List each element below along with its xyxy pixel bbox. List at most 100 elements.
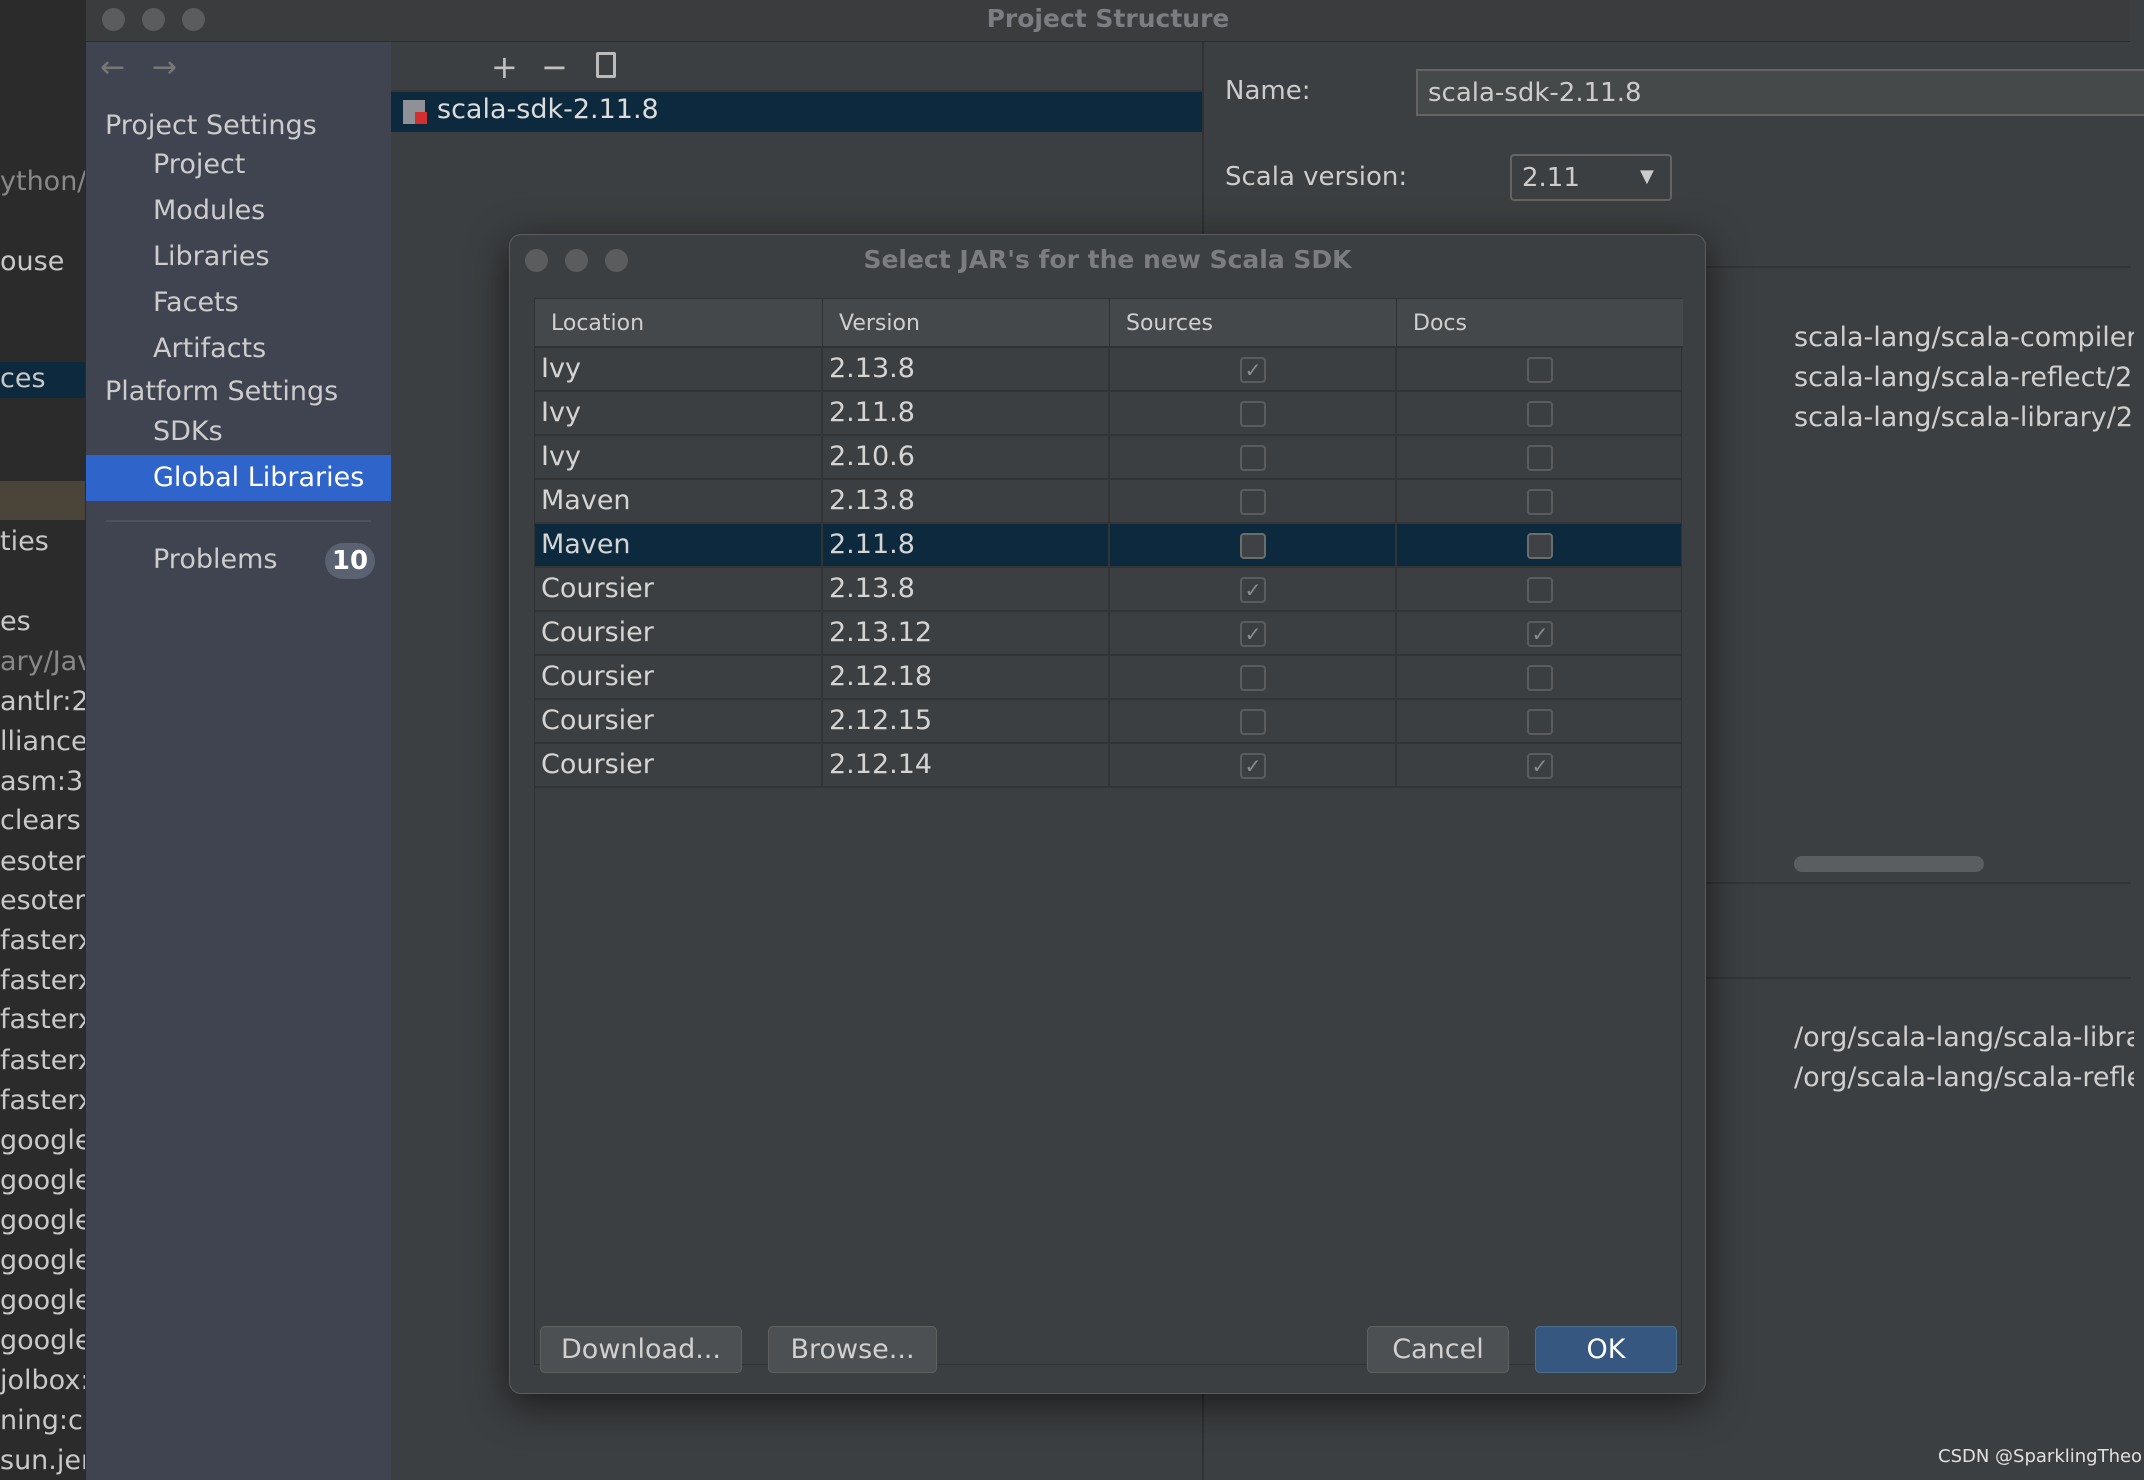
name-input[interactable] — [1416, 69, 2144, 116]
background-text-fragment: google — [0, 1245, 85, 1276]
close-window-button[interactable] — [102, 8, 125, 31]
column-header-docs[interactable]: Docs — [1397, 299, 1683, 348]
ok-button[interactable]: OK — [1535, 1326, 1677, 1373]
version-cell: 2.13.8 — [823, 480, 1110, 522]
sidebar-item-artifacts[interactable]: Artifacts — [86, 326, 391, 372]
table-row[interactable]: Coursier 2.13.12 ✓ ✓ — [535, 612, 1681, 656]
compiler-path: scala-lang/scala-library/2.11.8/scal — [1794, 402, 2134, 433]
table-row[interactable]: Maven 2.13.8 — [535, 480, 1681, 524]
docs-checkbox[interactable] — [1527, 401, 1553, 427]
background-text-fragment: google — [0, 1325, 85, 1356]
sources-checkbox[interactable]: ✓ — [1240, 577, 1266, 603]
watermark: CSDN @SparklingTheo — [1938, 1446, 2143, 1467]
sources-checkbox[interactable]: ✓ — [1240, 621, 1266, 647]
table-row[interactable]: Maven 2.11.8 — [535, 524, 1681, 568]
docs-checkbox[interactable] — [1527, 665, 1553, 691]
scala-sdk-folder-icon — [403, 100, 427, 124]
table-row[interactable]: Coursier 2.12.15 — [535, 700, 1681, 744]
sources-checkbox[interactable]: ✓ — [1240, 357, 1266, 383]
column-header-version[interactable]: Version — [823, 299, 1110, 348]
sources-checkbox[interactable] — [1240, 401, 1266, 427]
background-text-fragment: fasterx — [0, 925, 85, 956]
sources-checkbox[interactable] — [1240, 489, 1266, 515]
sources-checkbox[interactable]: ✓ — [1240, 753, 1266, 779]
remove-icon[interactable]: − — [541, 48, 568, 86]
table-row[interactable]: Ivy 2.10.6 — [535, 436, 1681, 480]
sources-checkbox[interactable] — [1240, 709, 1266, 735]
name-label: Name: — [1225, 76, 1311, 106]
browse-button[interactable]: Browse... — [768, 1326, 937, 1373]
sidebar-item-libraries[interactable]: Libraries — [86, 234, 391, 280]
column-header-location[interactable]: Location — [535, 299, 823, 348]
problems-count-badge: 10 — [325, 543, 375, 579]
version-cell: 2.13.8 — [823, 348, 1110, 390]
docs-cell — [1397, 656, 1681, 698]
version-cell: 2.10.6 — [823, 436, 1110, 478]
library-list-item[interactable]: scala-sdk-2.11.8 — [391, 92, 1202, 132]
table-row[interactable]: Coursier 2.12.14 ✓ ✓ — [535, 744, 1681, 788]
sidebar-item-sdks[interactable]: SDKs — [86, 409, 391, 455]
background-text-fragment: fasterx — [0, 1085, 85, 1116]
docs-checkbox[interactable]: ✓ — [1527, 621, 1553, 647]
sidebar-item-global-libraries[interactable]: Global Libraries — [86, 455, 391, 501]
copy-icon[interactable] — [596, 52, 616, 78]
background-text-fragment: ython/ — [0, 166, 85, 197]
column-header-sources[interactable]: Sources — [1110, 299, 1397, 348]
docs-checkbox[interactable] — [1527, 357, 1553, 383]
zoom-window-button[interactable] — [182, 8, 205, 31]
sidebar-item-project[interactable]: Project — [86, 142, 391, 188]
minimize-window-button[interactable] — [142, 8, 165, 31]
location-cell: Coursier — [535, 612, 823, 654]
location-cell: Maven — [535, 480, 823, 522]
sources-cell — [1110, 524, 1397, 566]
docs-checkbox[interactable] — [1527, 445, 1553, 471]
version-cell: 2.11.8 — [823, 392, 1110, 434]
title-bar: Project Structure — [86, 0, 2130, 42]
background-text-fragment: asm:3. — [0, 766, 85, 797]
sidebar-item-problems[interactable]: Problems 10 — [86, 537, 391, 583]
background-text-fragment: sun.jer — [0, 1445, 85, 1476]
version-cell: 2.13.8 — [823, 568, 1110, 610]
cancel-button[interactable]: Cancel — [1367, 1326, 1509, 1373]
location-cell: Coursier — [535, 656, 823, 698]
docs-checkbox[interactable] — [1527, 533, 1553, 559]
sidebar-item-facets[interactable]: Facets — [86, 280, 391, 326]
back-arrow-icon[interactable]: ← — [100, 50, 125, 85]
background-text-fragment: ties — [0, 526, 49, 557]
docs-checkbox[interactable] — [1527, 577, 1553, 603]
scala-version-select[interactable]: 2.11 ▼ — [1510, 154, 1672, 201]
sidebar-item-modules[interactable]: Modules — [86, 188, 391, 234]
docs-checkbox[interactable] — [1527, 489, 1553, 515]
background-text-fragment: fasterx — [0, 1004, 85, 1035]
docs-checkbox[interactable]: ✓ — [1527, 753, 1553, 779]
docs-cell — [1397, 568, 1681, 610]
docs-checkbox[interactable] — [1527, 709, 1553, 735]
sources-checkbox[interactable] — [1240, 665, 1266, 691]
table-row[interactable]: Ivy 2.11.8 — [535, 392, 1681, 436]
table-row[interactable]: Ivy 2.13.8 ✓ — [535, 348, 1681, 392]
table-row[interactable]: Coursier 2.12.18 — [535, 656, 1681, 700]
download-button[interactable]: Download... — [540, 1326, 742, 1373]
version-cell: 2.12.14 — [823, 744, 1110, 786]
table-row[interactable]: Coursier 2.13.8 ✓ — [535, 568, 1681, 612]
sources-checkbox[interactable] — [1240, 533, 1266, 559]
background-text-fragment: antlr:2 — [0, 686, 85, 717]
problems-label: Problems — [153, 544, 278, 575]
background-text-fragment: google — [0, 1285, 85, 1316]
version-cell: 2.12.18 — [823, 656, 1110, 698]
forward-arrow-icon[interactable]: → — [152, 50, 177, 85]
sources-cell — [1110, 700, 1397, 742]
chevron-down-icon: ▼ — [1640, 166, 1654, 187]
version-cell: 2.12.15 — [823, 700, 1110, 742]
docs-cell — [1397, 480, 1681, 522]
horizontal-scrollbar[interactable] — [1794, 856, 1984, 872]
background-text-fragment: google — [0, 1125, 85, 1156]
docs-cell: ✓ — [1397, 744, 1681, 786]
add-icon[interactable]: + — [491, 48, 518, 86]
background-text-fragment: google — [0, 1165, 85, 1196]
location-cell: Ivy — [535, 436, 823, 478]
sources-checkbox[interactable] — [1240, 445, 1266, 471]
location-cell: Coursier — [535, 568, 823, 610]
background-text-fragment: ces — [0, 363, 46, 394]
version-cell: 2.13.12 — [823, 612, 1110, 654]
